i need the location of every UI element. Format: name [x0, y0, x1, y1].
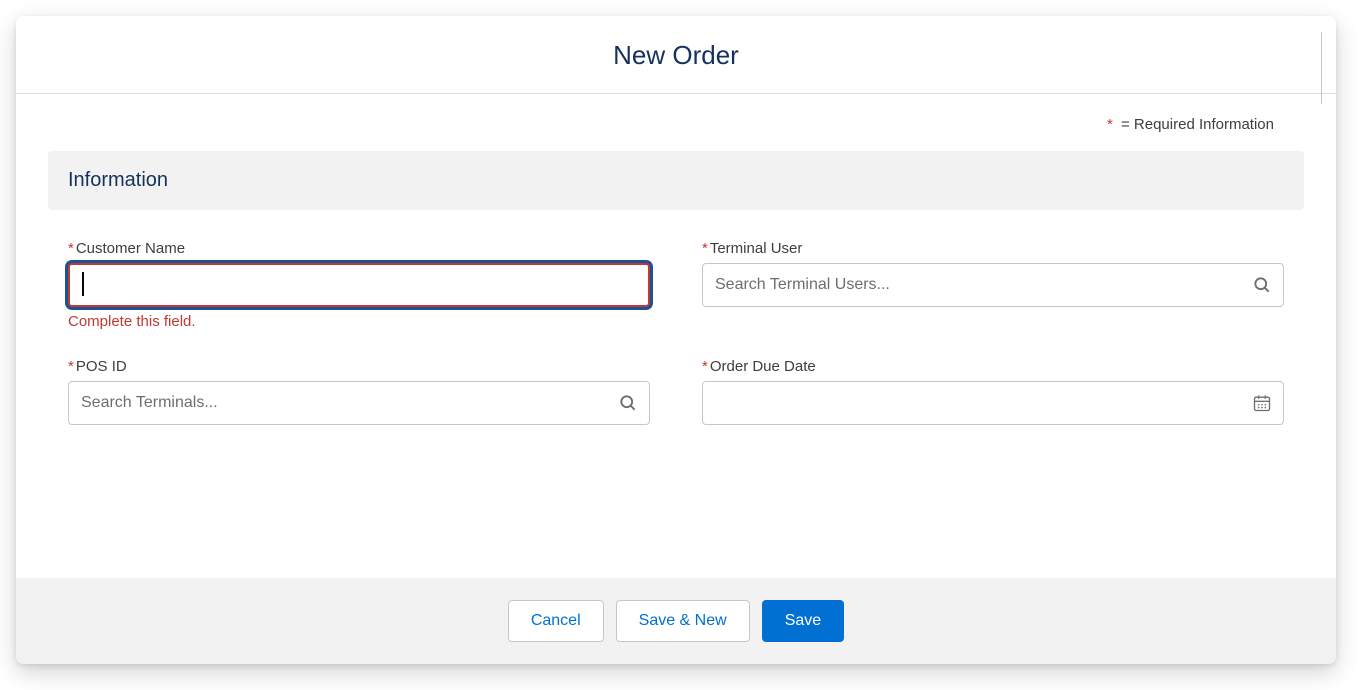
customer-name-input[interactable] — [68, 263, 650, 307]
required-info-text: = Required Information — [1121, 116, 1274, 133]
asterisk-icon: * — [1107, 116, 1113, 133]
modal-header: New Order — [16, 16, 1336, 94]
customer-name-label: *Customer Name — [68, 240, 650, 257]
terminal-user-label: *Terminal User — [702, 240, 1284, 257]
asterisk-icon: * — [68, 240, 74, 257]
asterisk-icon: * — [702, 240, 708, 257]
field-terminal-user: *Terminal User — [702, 240, 1284, 330]
pos-id-input[interactable] — [68, 381, 650, 425]
field-order-due-date: *Order Due Date — [702, 358, 1284, 425]
field-pos-id: *POS ID — [68, 358, 650, 425]
order-due-date-input-wrap — [702, 381, 1284, 425]
asterisk-icon: * — [702, 358, 708, 375]
modal-footer: Cancel Save & New Save — [16, 578, 1336, 664]
section-title: Information — [68, 169, 1284, 192]
customer-name-error: Complete this field. — [68, 313, 650, 330]
section-header-information: Information — [48, 151, 1304, 210]
terminal-user-input-wrap — [702, 263, 1284, 307]
pos-id-label: *POS ID — [68, 358, 650, 375]
required-info-note: * = Required Information — [48, 116, 1304, 133]
text-cursor — [82, 272, 84, 296]
pos-id-input-wrap — [68, 381, 650, 425]
terminal-user-input[interactable] — [702, 263, 1284, 307]
modal-title: New Order — [16, 40, 1336, 71]
customer-name-input-wrap — [68, 263, 650, 307]
order-due-date-input[interactable] — [702, 381, 1284, 425]
form-grid: *Customer Name Complete this field. *Ter… — [48, 240, 1304, 425]
field-customer-name: *Customer Name Complete this field. — [68, 240, 650, 330]
order-due-date-label: *Order Due Date — [702, 358, 1284, 375]
save-button[interactable]: Save — [762, 600, 844, 642]
save-and-new-button[interactable]: Save & New — [616, 600, 750, 642]
new-order-modal: New Order * = Required Information Infor… — [16, 16, 1336, 664]
cancel-button[interactable]: Cancel — [508, 600, 604, 642]
modal-body: * = Required Information Information *Cu… — [16, 94, 1336, 578]
asterisk-icon: * — [68, 358, 74, 375]
